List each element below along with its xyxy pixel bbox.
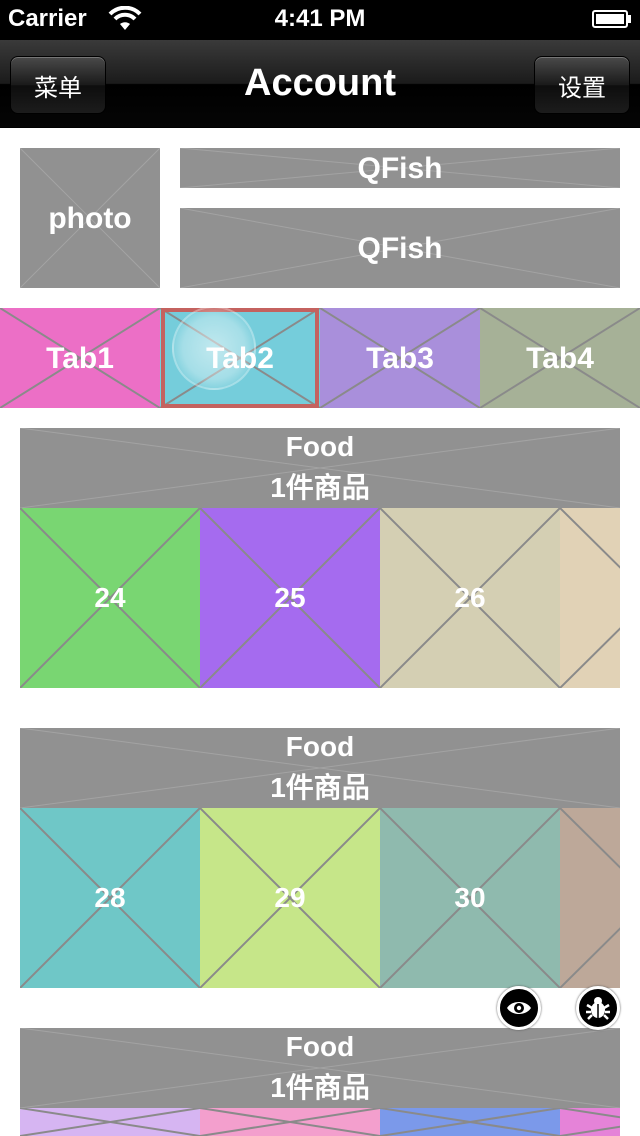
status-bar: Carrier 4:41 PM bbox=[0, 0, 640, 40]
section-title: Food bbox=[285, 431, 355, 463]
section-subtitle: 1件商品 bbox=[270, 472, 370, 503]
profile-detail-label: QFish bbox=[357, 231, 443, 265]
battery-icon bbox=[592, 10, 628, 28]
product-tile-label: 30 bbox=[454, 881, 486, 913]
photo-label: photo bbox=[48, 201, 132, 235]
eye-icon bbox=[507, 1002, 531, 1014]
product-tile-label: 25 bbox=[274, 581, 306, 613]
product-tile-label bbox=[20, 1108, 200, 1136]
product-tile[interactable]: 24 bbox=[20, 508, 200, 688]
product-tile[interactable] bbox=[560, 508, 620, 688]
section-subtitle: 1件商品 bbox=[270, 772, 370, 803]
product-tile-label: 28 bbox=[94, 881, 126, 913]
product-tile-label bbox=[380, 1108, 560, 1136]
profile-photo[interactable]: photo bbox=[20, 148, 160, 288]
section-header: Food 1件商品 bbox=[20, 1028, 620, 1108]
section-header-text: Food 1件商品 bbox=[20, 428, 620, 508]
product-tile-label bbox=[560, 808, 620, 988]
product-tile-label bbox=[560, 508, 620, 688]
inspector-button[interactable] bbox=[497, 986, 541, 1030]
product-tile[interactable]: 30 bbox=[380, 808, 560, 988]
product-tile[interactable] bbox=[200, 1108, 380, 1136]
profile-name-label: QFish bbox=[357, 151, 443, 185]
bug-icon bbox=[586, 997, 610, 1020]
tab-3[interactable]: Tab3 bbox=[320, 308, 480, 408]
section-header: Food 1件商品 bbox=[20, 428, 620, 508]
product-tile-label: 26 bbox=[454, 581, 486, 613]
tab-label: Tab1 bbox=[46, 341, 114, 375]
section-title: Food bbox=[285, 1031, 355, 1063]
status-time: 4:41 PM bbox=[274, 5, 366, 32]
product-tile[interactable] bbox=[560, 1108, 620, 1136]
tab-label: Tab3 bbox=[366, 341, 434, 375]
section-header: Food 1件商品 bbox=[20, 728, 620, 808]
product-tile-label: 24 bbox=[94, 581, 126, 613]
section-title: Food bbox=[285, 731, 355, 763]
tab-4[interactable]: Tab4 bbox=[480, 308, 640, 408]
product-tile[interactable] bbox=[20, 1108, 200, 1136]
product-tile[interactable]: 25 bbox=[200, 508, 380, 688]
product-tile[interactable]: 28 bbox=[20, 808, 200, 988]
tab-1[interactable]: Tab1 bbox=[0, 308, 160, 408]
settings-button[interactable]: 设置 bbox=[534, 56, 630, 114]
product-tile[interactable]: 29 bbox=[200, 808, 380, 988]
product-tile-label bbox=[200, 1108, 380, 1136]
product-tile[interactable]: 26 bbox=[380, 508, 560, 688]
navigation-bar: 菜单 Account 设置 bbox=[0, 40, 640, 128]
tab-label: Tab4 bbox=[526, 341, 594, 375]
product-tile[interactable] bbox=[560, 808, 620, 988]
profile-detail: QFish bbox=[180, 208, 620, 288]
section-header-text: Food 1件商品 bbox=[20, 1028, 620, 1108]
touch-indicator bbox=[172, 306, 256, 390]
section-header-text: Food 1件商品 bbox=[20, 728, 620, 808]
profile-name: QFish bbox=[180, 148, 620, 188]
product-tile[interactable] bbox=[380, 1108, 560, 1136]
debug-bug-button[interactable] bbox=[576, 986, 620, 1030]
product-tile-label bbox=[560, 1108, 620, 1136]
product-tile-label: 29 bbox=[274, 881, 306, 913]
section-subtitle: 1件商品 bbox=[270, 1072, 370, 1103]
